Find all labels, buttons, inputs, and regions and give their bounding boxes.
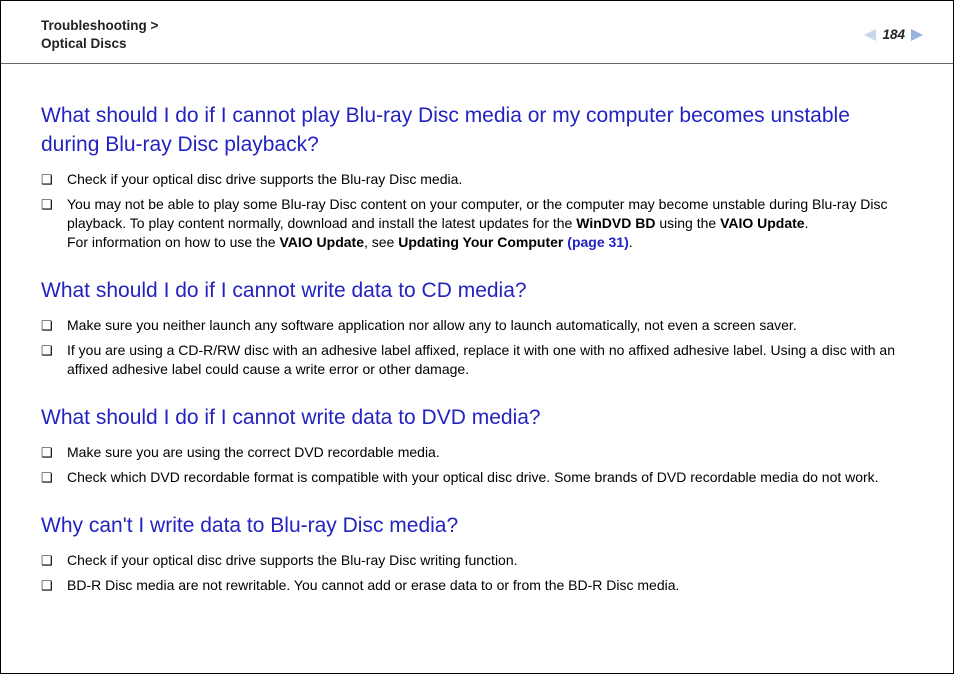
- breadcrumb: Troubleshooting > Optical Discs: [41, 17, 158, 53]
- list-item-text: Make sure you are using the correct DVD …: [67, 443, 913, 462]
- bullet-icon: ❑: [41, 316, 67, 335]
- question-heading: What should I do if I cannot play Blu-ra…: [41, 102, 913, 159]
- page-number: 184: [880, 27, 907, 42]
- bullet-icon: ❑: [41, 551, 67, 570]
- page-navigator: 184: [864, 17, 923, 42]
- list-item: ❑ Make sure you neither launch any softw…: [41, 313, 913, 338]
- list-item-text: BD-R Disc media are not rewritable. You …: [67, 576, 913, 595]
- prev-page-icon[interactable]: [864, 29, 876, 41]
- bullet-icon: ❑: [41, 341, 67, 360]
- bullet-list: ❑ Check if your optical disc drive suppo…: [41, 167, 913, 255]
- bullet-list: ❑ Make sure you neither launch any softw…: [41, 313, 913, 382]
- question-heading: Why can't I write data to Blu-ray Disc m…: [41, 512, 913, 540]
- list-item: ❑ BD-R Disc media are not rewritable. Yo…: [41, 573, 913, 598]
- list-item-text: You may not be able to play some Blu-ray…: [67, 195, 913, 252]
- list-item-text: Check if your optical disc drive support…: [67, 170, 913, 189]
- page-content: What should I do if I cannot play Blu-ra…: [1, 64, 953, 598]
- bullet-icon: ❑: [41, 170, 67, 189]
- page-header: Troubleshooting > Optical Discs 184: [1, 1, 953, 64]
- list-item-text: Check which DVD recordable format is com…: [67, 468, 913, 487]
- bullet-icon: ❑: [41, 576, 67, 595]
- breadcrumb-line-2: Optical Discs: [41, 35, 158, 53]
- bullet-icon: ❑: [41, 195, 67, 214]
- bullet-icon: ❑: [41, 468, 67, 487]
- list-item: ❑ Check if your optical disc drive suppo…: [41, 167, 913, 192]
- list-item: ❑ You may not be able to play some Blu-r…: [41, 192, 913, 255]
- next-page-icon[interactable]: [911, 29, 923, 41]
- question-heading: What should I do if I cannot write data …: [41, 404, 913, 432]
- list-item: ❑ Check which DVD recordable format is c…: [41, 465, 913, 490]
- breadcrumb-line-1: Troubleshooting >: [41, 17, 158, 35]
- list-item: ❑ Make sure you are using the correct DV…: [41, 440, 913, 465]
- list-item-text: Check if your optical disc drive support…: [67, 551, 913, 570]
- bullet-icon: ❑: [41, 443, 67, 462]
- page-reference-link[interactable]: (page 31): [567, 234, 628, 250]
- question-heading: What should I do if I cannot write data …: [41, 277, 913, 305]
- list-item-text: If you are using a CD-R/RW disc with an …: [67, 341, 913, 379]
- bullet-list: ❑ Check if your optical disc drive suppo…: [41, 548, 913, 598]
- list-item-text: Make sure you neither launch any softwar…: [67, 316, 913, 335]
- list-item: ❑ If you are using a CD-R/RW disc with a…: [41, 338, 913, 382]
- bullet-list: ❑ Make sure you are using the correct DV…: [41, 440, 913, 490]
- list-item: ❑ Check if your optical disc drive suppo…: [41, 548, 913, 573]
